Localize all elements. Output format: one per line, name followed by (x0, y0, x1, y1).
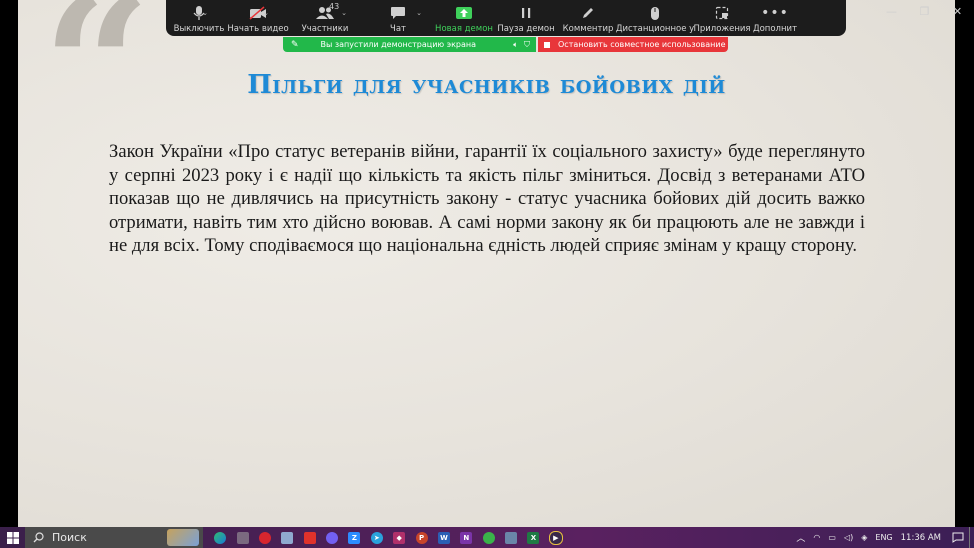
remote-control-button[interactable]: Дистанционное у (616, 0, 694, 36)
search-highlight-image (167, 529, 199, 546)
viber-icon (326, 531, 339, 544)
taskbar-viber[interactable] (324, 527, 341, 548)
more-button[interactable]: ••• Дополнит (750, 0, 800, 36)
pause-share-button[interactable]: Пауза демон (492, 0, 560, 36)
apps-button[interactable]: Приложения (693, 0, 751, 36)
monitor-icon (505, 531, 518, 544)
start-video-button[interactable]: ⌄ Начать видео (226, 0, 290, 36)
stop-square-icon (544, 41, 550, 48)
mute-button[interactable]: ⌄ Выключить (172, 0, 226, 36)
window-controls: — ❐ ✕ (875, 0, 974, 22)
close-button[interactable]: ✕ (941, 0, 974, 22)
floppy-icon (281, 531, 294, 544)
taskbar-opera[interactable] (256, 527, 273, 548)
powerpoint-icon: P (415, 531, 428, 544)
taskbar-edge[interactable] (212, 527, 229, 548)
edge-icon (214, 531, 227, 544)
notification-icon (952, 532, 964, 543)
annotate-button[interactable]: Комментир (560, 0, 616, 36)
apps-icon (715, 6, 729, 20)
taskbar-apps: Z ➤ ◆ P W N X ▶ (209, 527, 567, 548)
show-desktop-button[interactable] (969, 527, 974, 548)
apps-label: Приложения (693, 24, 751, 34)
annotate-label: Комментир (562, 24, 614, 34)
taskbar-excel[interactable]: X (525, 527, 542, 548)
taskbar-word[interactable]: W (435, 527, 452, 548)
chevron-down-icon[interactable]: ⌄ (263, 9, 269, 17)
taskbar-powerpoint[interactable]: P (413, 527, 430, 548)
share-pin-icon[interactable]: ✎ (291, 40, 299, 50)
stop-share-button[interactable]: Остановить совместное использование (538, 37, 728, 52)
new-share-label: Новая демон (435, 24, 493, 34)
zoom-meeting-toolbar: ⌄ Выключить ⌄ Начать видео 43 ⌄ Участники… (166, 0, 846, 36)
share-status-text: Вы запустили демонстрацию экрана (320, 40, 477, 49)
taskbar-whatsapp[interactable] (480, 527, 497, 548)
taskbar-save-app[interactable] (279, 527, 296, 548)
word-icon: W (437, 531, 450, 544)
remote-control-label: Дистанционное у (615, 24, 695, 34)
taskbar-app-monitor[interactable] (503, 527, 520, 548)
speaker-icon: 🔈︎ (513, 39, 518, 49)
chat-icon (391, 7, 405, 19)
start-button[interactable] (0, 527, 25, 548)
pause-share-label: Пауза демон (497, 24, 555, 34)
mouse-icon (651, 6, 659, 20)
telegram-icon: ➤ (370, 531, 383, 544)
opera-icon (258, 531, 271, 544)
chevron-down-icon[interactable]: ⌄ (416, 9, 422, 17)
start-video-label: Начать видео (227, 24, 289, 34)
app-dark-icon (236, 531, 249, 544)
stop-share-label: Остановить совместное использование (558, 40, 726, 49)
windows-logo-icon (6, 531, 19, 544)
windows-taskbar: Поиск Z ➤ ◆ P W N X ▶ ︿ ◠ ▭ ◁) ◈ ENG 11:… (0, 527, 974, 548)
volume-icon[interactable]: ◁) (844, 533, 853, 542)
battery-icon[interactable]: ▭ (828, 533, 836, 542)
chat-button[interactable]: ⌄ Чат (360, 0, 436, 36)
taskbar-media-player[interactable]: ▶ (547, 527, 564, 548)
taskbar-onenote[interactable]: N (458, 527, 475, 548)
restore-button[interactable]: ❐ (908, 0, 941, 22)
system-tray: ︿ ◠ ▭ ◁) ◈ ENG 11:36 AM (792, 527, 974, 548)
chevron-down-icon[interactable]: ⌄ (341, 9, 347, 17)
taskbar-zoom[interactable]: Z (346, 527, 363, 548)
new-share-button[interactable]: Новая демон (435, 0, 493, 36)
chat-label: Чат (390, 24, 406, 34)
chevron-up-icon[interactable]: ︿ (796, 531, 805, 544)
whatsapp-icon (482, 531, 495, 544)
participants-label: Участники (301, 24, 349, 34)
excel-icon: X (527, 531, 540, 544)
search-placeholder: Поиск (52, 531, 87, 544)
participants-count: 43 (329, 2, 340, 11)
pencil-icon (583, 8, 593, 18)
app-tray-icon[interactable]: ◈ (861, 533, 867, 542)
taskbar-search-input[interactable]: Поиск (25, 527, 203, 548)
share-screen-icon (456, 7, 472, 19)
zoom-icon: Z (348, 531, 361, 544)
notifications-button[interactable] (947, 527, 969, 548)
minimize-button[interactable]: — (875, 0, 908, 22)
participants-button[interactable]: 43 ⌄ Участники (290, 0, 360, 36)
taskbar-app-red[interactable] (301, 527, 318, 548)
chevron-down-icon[interactable]: ⌄ (202, 9, 208, 17)
pause-icon (522, 8, 531, 18)
presentation-slide: “ Пільги для учасників бойових дій Закон… (18, 0, 955, 527)
clock[interactable]: 11:36 AM (901, 533, 941, 543)
slide-title: Пільги для учасників бойових дій (247, 70, 726, 100)
language-indicator[interactable]: ENG (875, 533, 892, 542)
taskbar-app-2[interactable] (234, 527, 251, 548)
search-icon (33, 532, 44, 543)
network-icon[interactable]: ◠ (813, 533, 820, 542)
screen-share-status-banner: ✎ Вы запустили демонстрацию экрана 🔈︎ ⛉ (283, 37, 536, 52)
taskbar-telegram[interactable]: ➤ (368, 527, 385, 548)
media-player-icon: ▶ (548, 530, 563, 545)
shield-icon: ⛉ (524, 39, 530, 49)
app-diamond-icon: ◆ (393, 531, 406, 544)
app-red-icon (303, 531, 316, 544)
taskbar-app-diamond[interactable]: ◆ (391, 527, 408, 548)
more-label: Дополнит (752, 24, 798, 34)
slide-body-text: Закон України «Про статус ветеранів війн… (109, 141, 865, 256)
onenote-icon: N (460, 531, 473, 544)
mute-label: Выключить (173, 24, 225, 34)
more-dots-icon: ••• (761, 5, 789, 21)
